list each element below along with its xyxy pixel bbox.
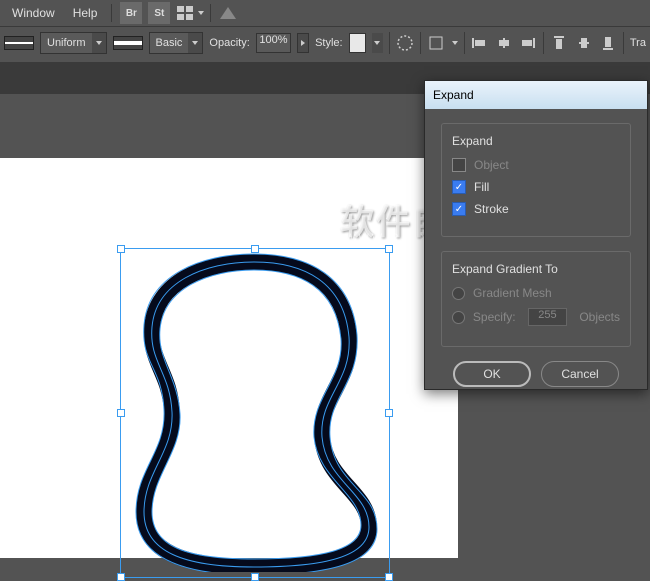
transform-icon[interactable] — [427, 32, 445, 54]
gradient-group: Expand Gradient To Gradient Mesh Specify… — [441, 251, 631, 347]
menu-separator — [210, 4, 211, 22]
dialog-title: Expand — [433, 88, 474, 102]
stroke-label: Stroke — [474, 202, 509, 216]
recolor-icon[interactable] — [396, 32, 414, 54]
check-icon: ✓ — [455, 182, 463, 193]
object-checkbox[interactable] — [452, 158, 466, 172]
arrange-docs-icon[interactable] — [174, 2, 196, 24]
menu-separator — [111, 4, 112, 22]
selection-handle-tm[interactable] — [251, 245, 259, 253]
chevron-down-icon — [188, 33, 202, 53]
dialog-body: Expand Object ✓ Fill ✓ Stroke Expand Gra… — [425, 109, 647, 401]
align-right-icon[interactable] — [519, 32, 537, 54]
toolbar-separator — [389, 32, 390, 54]
align-center-v-icon[interactable] — [574, 32, 592, 54]
stroke-checkbox[interactable]: ✓ — [452, 202, 466, 216]
dialog-titlebar[interactable]: Expand — [425, 81, 647, 109]
selection-handle-tr[interactable] — [385, 245, 393, 253]
specify-row: Specify: 255 Objects — [452, 308, 620, 326]
cancel-button[interactable]: Cancel — [541, 361, 619, 387]
brush-dropdown[interactable]: Basic — [149, 32, 204, 54]
selection-bounds — [120, 248, 390, 578]
object-label: Object — [474, 158, 509, 172]
expand-group: Expand Object ✓ Fill ✓ Stroke — [441, 123, 631, 237]
gradient-mesh-radio — [452, 287, 465, 300]
align-bottom-icon[interactable] — [599, 32, 617, 54]
specify-radio — [452, 311, 465, 324]
fill-checkbox-row[interactable]: ✓ Fill — [452, 180, 620, 194]
toolbar-separator — [464, 32, 465, 54]
menubar: Window Help Br St — [0, 0, 650, 26]
stroke-preview[interactable] — [4, 36, 34, 50]
chevron-down-icon[interactable] — [452, 41, 458, 45]
stock-button[interactable]: St — [148, 2, 170, 24]
selection-handle-bm[interactable] — [251, 573, 259, 581]
opacity-stepper[interactable] — [297, 33, 309, 53]
style-swatch[interactable] — [349, 33, 366, 53]
check-icon: ✓ — [455, 204, 463, 215]
menu-help[interactable]: Help — [65, 2, 106, 24]
gradient-mesh-label: Gradient Mesh — [473, 286, 552, 300]
bridge-button[interactable]: Br — [120, 2, 142, 24]
style-label: Style: — [315, 37, 343, 49]
align-left-icon[interactable] — [470, 32, 488, 54]
object-checkbox-row[interactable]: Object — [452, 158, 620, 172]
gradient-legend: Expand Gradient To — [452, 262, 620, 276]
opacity-input[interactable]: 100% — [256, 33, 291, 53]
specify-label: Specify: — [473, 310, 516, 324]
chevron-down-icon[interactable] — [198, 11, 204, 15]
toolbar-separator — [420, 32, 421, 54]
chevron-down-icon — [92, 33, 106, 53]
selection-handle-mr[interactable] — [385, 409, 393, 417]
toolbar-separator — [623, 32, 624, 54]
selection-handle-tl[interactable] — [117, 245, 125, 253]
selection-handle-br[interactable] — [385, 573, 393, 581]
stroke-checkbox-row[interactable]: ✓ Stroke — [452, 202, 620, 216]
gradient-mesh-row: Gradient Mesh — [452, 286, 620, 300]
objects-label: Objects — [579, 310, 620, 324]
artboard[interactable] — [0, 158, 458, 558]
stroke-profile-label: Uniform — [41, 37, 92, 49]
menu-window[interactable]: Window — [4, 2, 63, 24]
stroke-profile-dropdown[interactable]: Uniform — [40, 32, 107, 54]
specify-input: 255 — [528, 308, 568, 326]
fill-checkbox[interactable]: ✓ — [452, 180, 466, 194]
control-toolbar: Uniform Basic Opacity: 100% Style: Tra — [0, 26, 650, 58]
gpu-icon[interactable] — [217, 2, 239, 24]
expand-dialog: Expand Expand Object ✓ Fill ✓ Stroke Exp… — [424, 80, 648, 390]
fill-label: Fill — [474, 180, 489, 194]
dialog-buttons: OK Cancel — [441, 361, 631, 387]
opacity-label: Opacity: — [209, 37, 249, 49]
toolbar-trailing: Tra — [630, 37, 646, 49]
align-center-h-icon[interactable] — [495, 32, 513, 54]
align-top-icon[interactable] — [550, 32, 568, 54]
brush-preview[interactable] — [113, 36, 143, 50]
ok-button[interactable]: OK — [453, 361, 531, 387]
style-dropdown-arrow[interactable] — [372, 33, 384, 53]
selection-handle-bl[interactable] — [117, 573, 125, 581]
brush-label: Basic — [150, 37, 189, 49]
toolbar-separator — [543, 32, 544, 54]
expand-legend: Expand — [452, 134, 620, 148]
selection-handle-ml[interactable] — [117, 409, 125, 417]
